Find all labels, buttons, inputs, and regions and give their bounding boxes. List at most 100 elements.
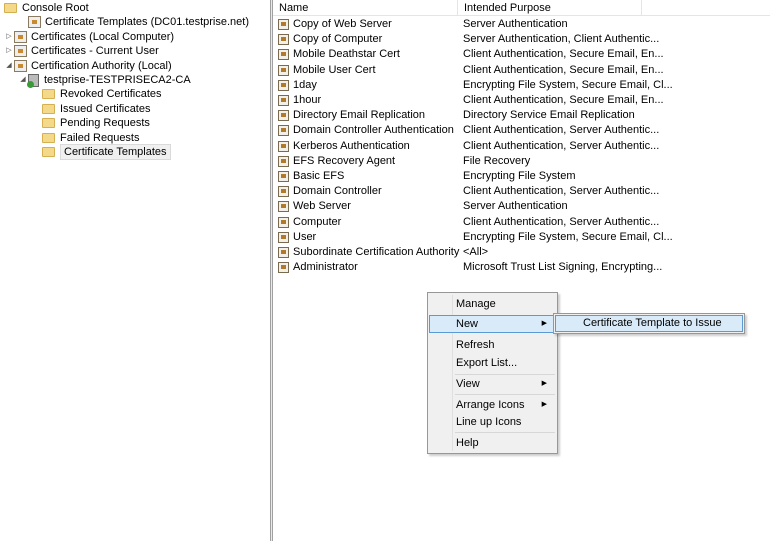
tree-item[interactable]: Console Root xyxy=(4,1,89,15)
list-row[interactable]: Domain Controller Client Authentication, … xyxy=(273,184,753,199)
template-name: Mobile User Cert xyxy=(293,63,376,76)
template-name-cell: EFS Recovery Agent xyxy=(278,154,395,169)
ca-icon xyxy=(14,59,27,72)
menu-item-certificate-template-to-issue[interactable]: Certificate Template to Issue xyxy=(555,315,743,332)
intended-purpose-cell: Client Authentication, Server Authentic.… xyxy=(463,185,660,198)
expander-icon[interactable]: ◢ xyxy=(4,59,14,73)
list-row[interactable]: 1hour Client Authentication, Secure Email… xyxy=(273,93,753,108)
menu-item-view[interactable]: View ▶ xyxy=(430,375,555,393)
template-name: 1hour xyxy=(293,94,322,106)
template-name-cell: Domain Controller xyxy=(278,184,382,199)
tree-item-label: Failed Requests xyxy=(60,131,140,144)
certificate-templates-icon xyxy=(28,16,41,29)
list-row[interactable]: Mobile Deathstar Cert Client Authenticati… xyxy=(273,47,753,62)
tree-item[interactable]: Failed Requests xyxy=(32,131,140,145)
certificate-template-icon xyxy=(278,64,289,76)
intended-purpose-cell: Encrypting File System, Secure Email, Cl… xyxy=(463,230,673,243)
new-submenu: Certificate Template to Issue xyxy=(553,313,745,334)
list-row[interactable]: User Encrypting File System, Secure Email… xyxy=(273,230,753,245)
template-name: Mobile Deathstar Cert xyxy=(293,48,400,61)
template-name: Subordinate Certification Authority xyxy=(293,246,460,258)
template-name-cell: Web Server xyxy=(278,199,351,214)
template-name: Computer xyxy=(293,215,342,228)
menu-item-manage[interactable]: Manage xyxy=(430,295,555,313)
list-row[interactable]: Administrator Microsoft Trust List Signin… xyxy=(273,260,753,275)
intended-purpose-cell: Client Authentication, Secure Email, En.… xyxy=(463,63,664,76)
template-name-cell: 1hour xyxy=(278,93,321,108)
menu-item-arrange-icons[interactable]: Arrange Icons ▶ xyxy=(430,396,555,414)
list-row[interactable]: Web Server Server Authentication xyxy=(273,199,753,214)
tree-item[interactable]: Revoked Certificates xyxy=(32,87,162,101)
certificate-template-icon xyxy=(278,231,289,243)
certificate-template-icon xyxy=(278,125,289,137)
list-row[interactable]: Copy of Web Server Server Authentication xyxy=(273,17,753,32)
list-row[interactable]: Kerberos Authentication Client Authentica… xyxy=(273,139,753,154)
tree-item[interactable]: ▷ Certificates - Current User xyxy=(4,44,159,58)
template-name-cell: Copy of Web Server xyxy=(278,17,392,32)
folder-icon xyxy=(42,103,55,114)
certificates-icon xyxy=(14,45,27,58)
template-name-cell: Subordinate Certification Authority xyxy=(278,245,459,260)
folder-icon xyxy=(4,3,17,13)
tree-item[interactable]: Pending Requests xyxy=(32,116,150,130)
expander-icon[interactable]: ▷ xyxy=(4,30,14,44)
template-name: Web Server xyxy=(293,200,351,213)
context-menu: Manage New ▶ Refresh Export List... View ▶… xyxy=(427,292,558,454)
expander-icon[interactable]: ▷ xyxy=(4,44,14,58)
certificate-template-icon xyxy=(278,79,289,91)
template-name: Copy of Computer xyxy=(293,33,383,46)
tree-item[interactable]: Issued Certificates xyxy=(32,102,150,116)
tree-item[interactable]: ▷ Certificates (Local Computer) xyxy=(4,30,174,44)
certificates-icon xyxy=(14,30,27,43)
submenu-arrow-icon: ▶ xyxy=(541,401,547,408)
menu-item-help[interactable]: Help xyxy=(430,434,555,452)
template-name: Administrator xyxy=(293,261,358,274)
list-row[interactable]: EFS Recovery Agent File Recovery xyxy=(273,154,753,169)
certificate-template-icon xyxy=(278,171,289,182)
list-row[interactable]: Directory Email Replication Directory Ser… xyxy=(273,108,753,123)
folder-icon xyxy=(42,89,55,100)
submenu-arrow-icon: ▶ xyxy=(541,380,547,387)
list-row[interactable]: Basic EFS Encrypting File System xyxy=(273,169,753,184)
menu-item-export-list[interactable]: Export List... xyxy=(430,354,555,372)
template-name: EFS Recovery Agent xyxy=(293,154,396,167)
menu-item-arrange-icons-label: Arrange Icons xyxy=(456,399,525,411)
template-name-cell: Mobile User Cert xyxy=(278,63,376,78)
certificate-template-icon xyxy=(278,216,289,228)
tree-item[interactable]: ◢ testprise-TESTPRISECA2-CA xyxy=(18,73,191,88)
tree-item-label: Certification Authority (Local) xyxy=(31,59,172,72)
template-name: Kerberos Authentication xyxy=(293,139,410,152)
tree-item-label: Pending Requests xyxy=(60,117,150,130)
template-name-cell: Administrator xyxy=(278,260,358,275)
list-row[interactable]: Domain Controller Authentication Client A… xyxy=(273,123,753,138)
column-header-name[interactable]: Name xyxy=(273,0,458,16)
certificate-template-icon xyxy=(278,186,289,198)
tree-item[interactable]: ◢ Certification Authority (Local) xyxy=(4,59,172,73)
intended-purpose-cell: Server Authentication xyxy=(463,200,568,213)
list-row[interactable]: Computer Client Authentication, Server Au… xyxy=(273,215,753,230)
column-header-intended-purpose[interactable]: Intended Purpose xyxy=(458,0,642,16)
menu-separator xyxy=(455,394,555,395)
intended-purpose-cell: Server Authentication, Client Authentic.… xyxy=(463,33,660,46)
intended-purpose-cell: Client Authentication, Server Authentic.… xyxy=(463,124,660,137)
list-row[interactable]: Copy of Computer Server Authentication, C… xyxy=(273,32,753,47)
template-name-cell: 1day xyxy=(278,78,317,93)
certificate-template-icon xyxy=(278,262,289,274)
menu-item-refresh[interactable]: Refresh xyxy=(430,336,555,354)
list-row[interactable]: Mobile User Cert Client Authentication, S… xyxy=(273,63,753,78)
template-name: Directory Email Replication xyxy=(293,109,426,122)
certificate-template-icon xyxy=(278,19,289,30)
tree-item[interactable]: Certificate Templates (DC01.testprise.ne… xyxy=(18,15,249,29)
list-row[interactable]: Subordinate Certification Authority <All> xyxy=(273,245,753,260)
menu-item-line-up-icons[interactable]: Line up Icons xyxy=(430,413,555,431)
tree-item-label: Issued Certificates xyxy=(60,102,151,115)
template-name-cell: Directory Email Replication xyxy=(278,108,425,123)
tree-item-label: testprise-TESTPRISECA2-CA xyxy=(44,74,191,86)
list-row[interactable]: 1day Encrypting File System, Secure Email… xyxy=(273,78,753,93)
menu-item-new[interactable]: New ▶ xyxy=(429,315,556,333)
tree-item-label: Certificate Templates xyxy=(60,144,171,160)
template-name-cell: Basic EFS xyxy=(278,169,344,184)
list-header: Name Intended Purpose xyxy=(273,0,770,16)
tree-item[interactable]: Certificate Templates xyxy=(32,144,171,160)
template-name-cell: User xyxy=(278,230,316,245)
